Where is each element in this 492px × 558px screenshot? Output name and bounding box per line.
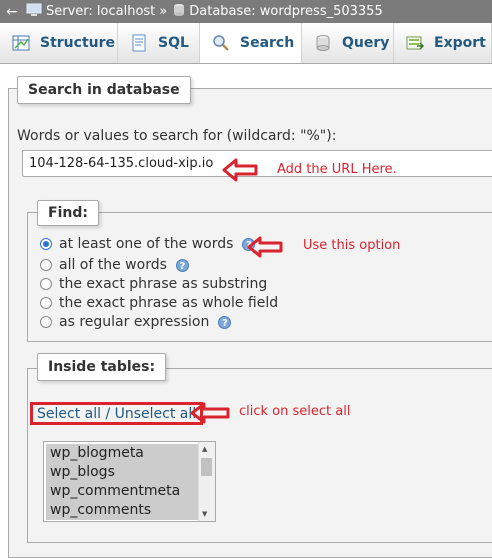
- list-item[interactable]: wp_comments: [46, 501, 198, 520]
- tab-sql-label: SQL: [158, 35, 189, 51]
- server-icon: [26, 3, 42, 21]
- tab-structure-label: Structure: [40, 35, 116, 51]
- tables-legend: Inside tables:: [37, 353, 167, 381]
- listbox-scrollbar[interactable]: ▲ ▼: [198, 442, 215, 521]
- search-legend: Search in database: [17, 76, 191, 104]
- radio-row-whole-field[interactable]: the exact phrase as whole field: [40, 295, 278, 311]
- tab-bar: Structure SQL Search Query Export: [0, 23, 492, 64]
- select-all-link[interactable]: Select all / Unselect all: [30, 402, 204, 425]
- export-icon: [406, 34, 425, 52]
- search-icon: [212, 34, 230, 52]
- tab-search[interactable]: Search: [200, 23, 302, 63]
- tables-listbox[interactable]: wp_blogmeta wp_blogs wp_commentmeta wp_c…: [43, 441, 216, 522]
- tab-query-label: Query: [342, 35, 390, 51]
- annotation-select-all: click on select all: [239, 404, 351, 419]
- list-item[interactable]: wp_blogmeta: [46, 444, 198, 463]
- radio-exact-substring[interactable]: [40, 278, 52, 290]
- breadcrumb: ← Server: localhost » Database: wordpres…: [0, 0, 492, 23]
- tab-export-label: Export: [434, 35, 486, 51]
- radio-regex[interactable]: [40, 316, 52, 328]
- list-item[interactable]: wp_commentmeta: [46, 482, 198, 501]
- sql-icon: [130, 34, 148, 52]
- radio-label: the exact phrase as substring: [59, 276, 268, 292]
- breadcrumb-database[interactable]: Database: wordpress_503355: [189, 4, 382, 19]
- annotation-option: Use this option: [303, 238, 401, 253]
- tab-search-label: Search: [240, 34, 295, 51]
- query-icon: [314, 34, 332, 52]
- arrow-left-icon: [190, 402, 230, 424]
- database-icon: [173, 3, 185, 21]
- annotation-url: Add the URL Here.: [277, 162, 397, 177]
- radio-row-substring[interactable]: the exact phrase as substring: [40, 276, 267, 292]
- arrow-left-icon: [247, 236, 283, 258]
- find-legend: Find:: [37, 200, 99, 226]
- scroll-down-icon[interactable]: ▼: [202, 510, 207, 518]
- radio-row-any[interactable]: at least one of the words ?: [40, 236, 256, 252]
- breadcrumb-separator: »: [159, 4, 168, 19]
- help-icon[interactable]: ?: [218, 315, 232, 329]
- radio-all-words[interactable]: [40, 259, 52, 271]
- tab-export[interactable]: Export: [394, 23, 492, 63]
- scrollbar-thumb[interactable]: [201, 458, 212, 476]
- tab-query[interactable]: Query: [302, 23, 394, 63]
- help-icon[interactable]: ?: [175, 258, 189, 272]
- radio-label: the exact phrase as whole field: [59, 295, 279, 311]
- breadcrumb-server[interactable]: Server: localhost: [46, 4, 155, 19]
- radio-exact-whole-field[interactable]: [40, 297, 52, 309]
- radio-label: all of the words: [59, 257, 167, 273]
- radio-row-all[interactable]: all of the words ?: [40, 257, 189, 273]
- radio-label: as regular expression: [59, 314, 210, 330]
- tables-list: wp_blogmeta wp_blogs wp_commentmeta wp_c…: [46, 444, 198, 520]
- tab-sql[interactable]: SQL: [118, 23, 200, 63]
- arrow-left-icon: [222, 158, 258, 182]
- list-item[interactable]: wp_blogs: [46, 463, 198, 482]
- radio-label: at least one of the words: [59, 236, 234, 252]
- radio-row-regex[interactable]: as regular expression ?: [40, 314, 232, 330]
- structure-icon: [12, 34, 30, 52]
- search-label: Words or values to search for (wildcard:…: [17, 128, 337, 144]
- scroll-up-icon[interactable]: ▲: [202, 445, 207, 453]
- back-arrow-icon[interactable]: ←: [0, 4, 24, 20]
- tab-structure[interactable]: Structure: [0, 23, 118, 63]
- radio-at-least-one[interactable]: [40, 238, 52, 250]
